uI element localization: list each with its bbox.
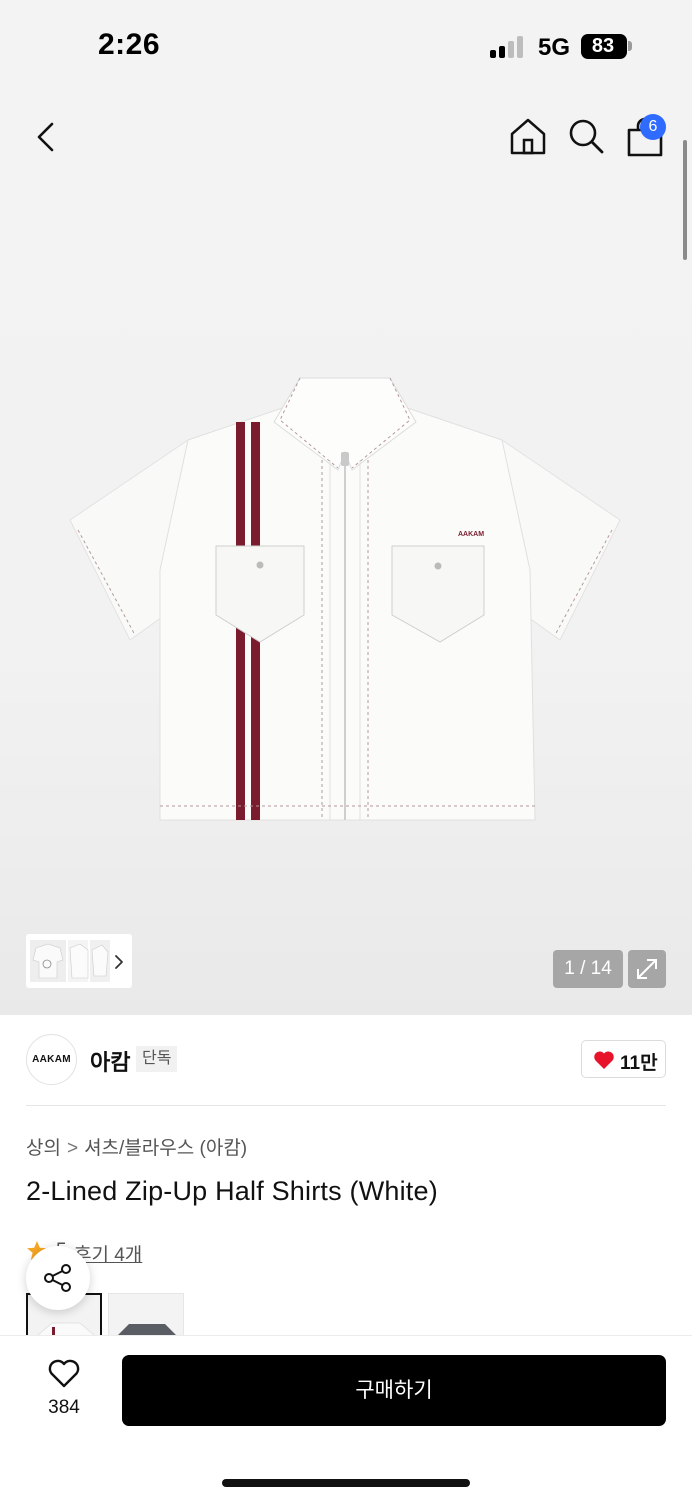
home-icon[interactable]: [508, 116, 548, 156]
color-gray-thumbnail: [115, 1324, 179, 1341]
battery-level: 83: [591, 35, 615, 57]
breadcrumb-separator: >: [66, 1138, 79, 1159]
image-counter: 1 / 14: [553, 950, 623, 988]
product-image[interactable]: AAKAM: [60, 360, 630, 830]
brand-name[interactable]: 아캄: [90, 1045, 130, 1077]
battery-icon: 83: [581, 34, 627, 59]
wishlist-count: 384: [48, 1397, 80, 1418]
search-icon[interactable]: [566, 116, 606, 156]
network-type: 5G: [538, 34, 571, 61]
clock: 2:26: [98, 28, 161, 61]
product-title: 2-Lined Zip-Up Half Shirts (White): [26, 1176, 438, 1206]
heart-outline-icon: [48, 1359, 80, 1388]
share-button[interactable]: [26, 1246, 90, 1310]
breadcrumb: 상의 > 셔츠/블라우스 (아캄): [26, 1133, 247, 1160]
wishlist-button[interactable]: 384: [30, 1357, 98, 1423]
share-icon: [44, 1264, 71, 1292]
cellular-signal-icon: [490, 36, 526, 58]
expand-button[interactable]: [628, 950, 666, 988]
exclusive-badge: 단독: [136, 1046, 178, 1072]
back-icon[interactable]: [30, 120, 64, 154]
home-indicator[interactable]: [222, 1479, 470, 1487]
svg-text:AAKAM: AAKAM: [458, 531, 484, 538]
brand-logo[interactable]: AAKAM: [26, 1034, 77, 1085]
heart-filled-icon: [594, 1051, 614, 1069]
color-option-gray[interactable]: [108, 1293, 184, 1341]
battery-cap: [628, 41, 632, 51]
brand-like-button[interactable]: 11만: [581, 1040, 666, 1078]
divider: [26, 1105, 666, 1106]
chevron-right-icon[interactable]: [112, 954, 126, 970]
expand-icon: [637, 959, 657, 979]
breadcrumb-subcategory[interactable]: 셔츠/블라우스 (아캄): [84, 1138, 247, 1159]
cart-count-badge: 6: [640, 114, 666, 140]
thumbnail-images: [30, 940, 110, 982]
breadcrumb-category[interactable]: 상의: [26, 1138, 61, 1159]
status-bar: 2:26 5G 83: [0, 0, 692, 95]
scroll-indicator: [683, 140, 687, 260]
brand-like-count: 11만: [620, 1053, 658, 1074]
buy-button[interactable]: 구매하기: [122, 1355, 666, 1426]
